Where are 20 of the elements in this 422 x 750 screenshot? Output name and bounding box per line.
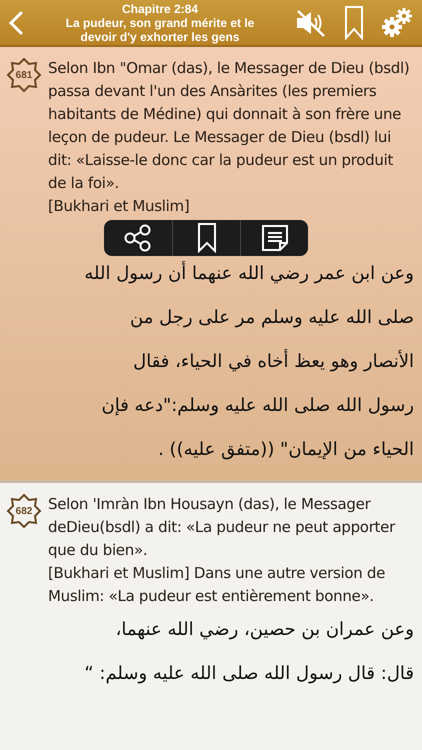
french-text: Selon 'Imràn Ibn Housayn (das), le Messager deDieu(bsdl) a dit: «La pudeur ne peut apporter que du bien». <box>48 494 396 561</box>
share-icon <box>123 224 153 252</box>
note-icon <box>260 224 288 252</box>
arabic-text: الأنصار وهو يعظ أخاه في الحياء، فقال <box>132 348 414 374</box>
arabic-text: رسول الله صلى الله عليه وسلم:"دعه فإن <box>100 394 414 418</box>
french-text: [Bukhari et Muslim] <box>48 196 190 217</box>
bookmark-icon <box>196 223 216 253</box>
chapter-title: La pudeur, son grand mérite et le devoir d'y exhorter les gens <box>64 16 256 44</box>
chapter-number: Chapitre 2:84 <box>122 2 198 16</box>
french-text: [Bukhari et Muslim] Dans une autre version de Muslim: «La pudeur est entièrement bonne». <box>48 563 386 607</box>
hadith-number-badge: 681 <box>6 57 42 93</box>
hadith-number-badge: 682 <box>6 493 42 529</box>
arabic-text: صلى الله عليه وسلم مر على رجل من <box>129 306 414 330</box>
arabic-text: قال: قال رسول الله صلى الله عليه وسلم: “ <box>83 662 414 686</box>
arabic-text: وعن ابن عمر رضي الله عنهما أن رسول الله <box>83 260 414 286</box>
hadith-card[interactable] <box>0 47 422 483</box>
arabic-text: وعن عمران بن حصين، رضي الله عنهما، <box>114 618 414 642</box>
arabic-text: الحياء من الإيمان" ((متفق عليه)) . <box>157 438 414 462</box>
french-text: Selon Ibn "Omar (das), le Messager de Dieu (bsdl) passa devant l'un des Ansàrites (les premiers habitants de Médine) qui donnait à son frère une leçon de pudeur. Le Messager de Dieu (bsdl) lui dit: «Laisse-le donc car la pudeur est un produit de la foi». <box>48 58 410 194</box>
settings-button[interactable] <box>380 6 414 38</box>
